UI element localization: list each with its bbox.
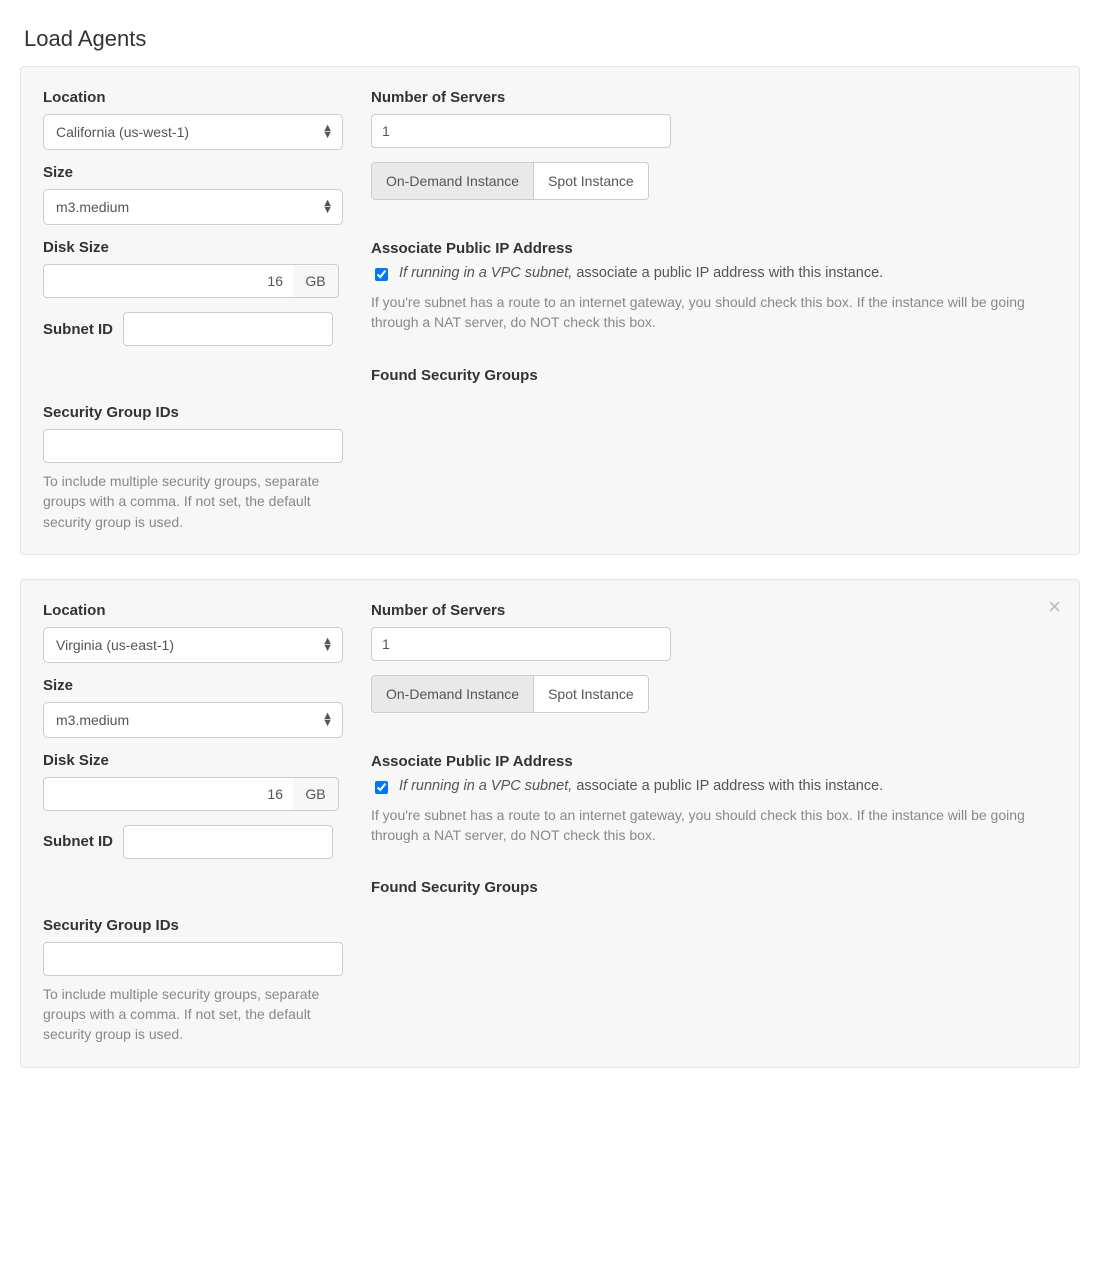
num-servers-input[interactable]: [371, 114, 671, 148]
security-group-help-text: To include multiple security groups, sep…: [43, 471, 343, 532]
location-label: Location: [43, 89, 343, 106]
security-group-ids-input[interactable]: [43, 429, 343, 463]
location-label: Location: [43, 602, 343, 619]
page-title: Load Agents: [24, 26, 1080, 52]
associate-ip-checkbox[interactable]: [375, 268, 388, 281]
subnet-id-label: Subnet ID: [43, 321, 113, 338]
subnet-id-label: Subnet ID: [43, 833, 113, 850]
associate-ip-description: If running in a VPC subnet, associate a …: [399, 265, 883, 281]
associate-ip-checkbox[interactable]: [375, 781, 388, 794]
load-agent-panel: Location California (us-west-1) ▲▼ Size …: [20, 66, 1080, 555]
spot-instance-button[interactable]: Spot Instance: [533, 676, 648, 712]
subnet-id-input[interactable]: [123, 825, 333, 859]
disk-size-label: Disk Size: [43, 752, 343, 769]
found-security-groups-label: Found Security Groups: [371, 879, 1057, 896]
size-select[interactable]: m3.medium: [43, 702, 343, 738]
load-agent-panel: × Location Virginia (us-east-1) ▲▼ Size: [20, 579, 1080, 1068]
security-group-help-text: To include multiple security groups, sep…: [43, 984, 343, 1045]
found-security-groups-label: Found Security Groups: [371, 367, 1057, 384]
security-group-ids-label: Security Group IDs: [43, 917, 343, 934]
associate-ip-help-text: If you're subnet has a route to an inter…: [371, 292, 1057, 333]
spot-instance-button[interactable]: Spot Instance: [533, 163, 648, 199]
num-servers-label: Number of Servers: [371, 89, 1057, 106]
num-servers-input[interactable]: [371, 627, 671, 661]
size-label: Size: [43, 164, 343, 181]
size-select[interactable]: m3.medium: [43, 189, 343, 225]
disk-size-label: Disk Size: [43, 239, 343, 256]
associate-ip-label: Associate Public IP Address: [371, 240, 1057, 257]
num-servers-label: Number of Servers: [371, 602, 1057, 619]
close-panel-button[interactable]: ×: [1044, 592, 1065, 622]
security-group-ids-label: Security Group IDs: [43, 404, 343, 421]
associate-ip-label: Associate Public IP Address: [371, 753, 1057, 770]
subnet-id-input[interactable]: [123, 312, 333, 346]
on-demand-instance-button[interactable]: On-Demand Instance: [372, 163, 533, 199]
disk-size-unit: GB: [293, 777, 339, 811]
size-label: Size: [43, 677, 343, 694]
security-group-ids-input[interactable]: [43, 942, 343, 976]
location-select[interactable]: California (us-west-1): [43, 114, 343, 150]
disk-size-input[interactable]: [43, 777, 293, 811]
associate-ip-help-text: If you're subnet has a route to an inter…: [371, 805, 1057, 846]
instance-type-toggle: On-Demand Instance Spot Instance: [371, 675, 649, 713]
instance-type-toggle: On-Demand Instance Spot Instance: [371, 162, 649, 200]
location-select[interactable]: Virginia (us-east-1): [43, 627, 343, 663]
disk-size-input[interactable]: [43, 264, 293, 298]
disk-size-unit: GB: [293, 264, 339, 298]
associate-ip-description: If running in a VPC subnet, associate a …: [399, 778, 883, 794]
on-demand-instance-button[interactable]: On-Demand Instance: [372, 676, 533, 712]
